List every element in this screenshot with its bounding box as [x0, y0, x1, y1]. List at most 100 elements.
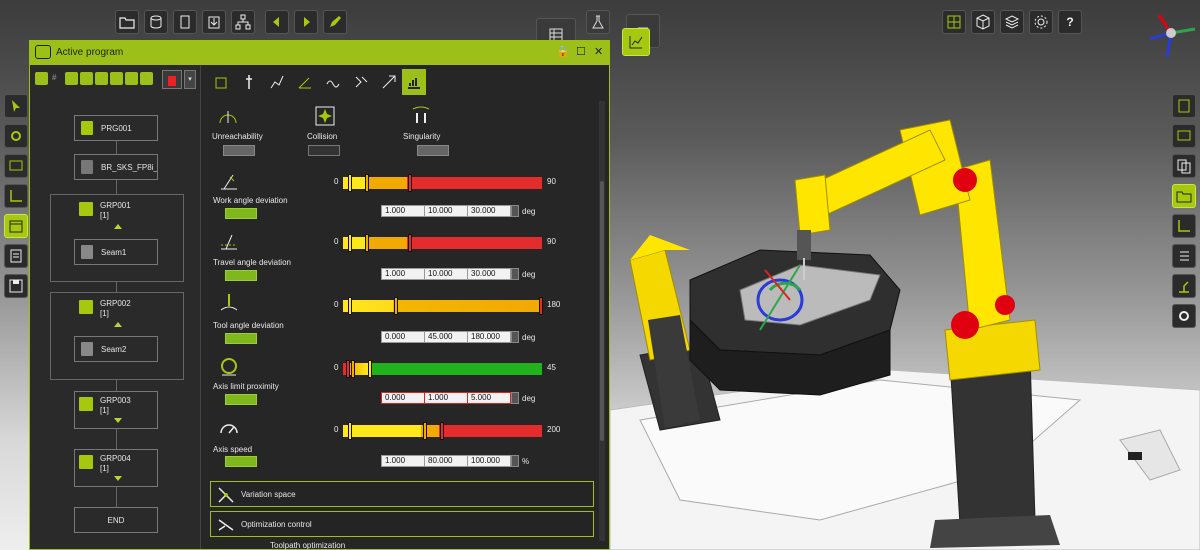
- seam-node[interactable]: Seam2: [74, 336, 158, 362]
- tree-tool-icon[interactable]: [140, 72, 153, 85]
- tool-angle-max-input[interactable]: 180.000: [467, 331, 511, 343]
- open-folder-button[interactable]: [115, 10, 139, 34]
- variation-space-section[interactable]: Variation space: [210, 481, 594, 507]
- axis-speed-mid-input[interactable]: 80.000: [424, 455, 468, 467]
- layers-button[interactable]: [1000, 10, 1024, 34]
- import-button[interactable]: [202, 10, 226, 34]
- scrollbar-track[interactable]: [599, 101, 605, 541]
- tree-tool-icon[interactable]: [35, 72, 48, 85]
- window-titlebar[interactable]: Active program 🔒 ☐ ✕: [30, 41, 609, 65]
- graph-button[interactable]: [622, 28, 650, 56]
- slider-handle[interactable]: [365, 174, 369, 192]
- tool-angle-mid-input[interactable]: 45.000: [424, 331, 468, 343]
- document-button[interactable]: [173, 10, 197, 34]
- collapse-arrow-icon[interactable]: [114, 224, 122, 229]
- cell-settings-button[interactable]: [4, 124, 28, 148]
- slider-handle[interactable]: [408, 174, 412, 192]
- select-arrow-button[interactable]: [4, 94, 28, 118]
- seam-node[interactable]: Seam1: [74, 239, 158, 265]
- right-tool-3-button[interactable]: [1172, 154, 1196, 178]
- slider-handle[interactable]: [348, 422, 352, 440]
- chevron-down-icon[interactable]: ▾: [184, 70, 196, 89]
- slider-handle[interactable]: [440, 422, 444, 440]
- spinner[interactable]: [511, 392, 519, 404]
- robot-cell-3d-view[interactable]: [610, 70, 1200, 550]
- slider-handle[interactable]: [348, 297, 352, 315]
- tab-approach[interactable]: [377, 69, 401, 95]
- slider-handle[interactable]: [423, 422, 427, 440]
- right-tool-6-button[interactable]: [1172, 244, 1196, 268]
- slider-handle[interactable]: [346, 360, 350, 378]
- collapse-arrow-icon[interactable]: [114, 322, 122, 327]
- tree-tool-icon[interactable]: [110, 72, 123, 85]
- program-button[interactable]: [4, 214, 28, 238]
- right-tool-4-button[interactable]: [1172, 184, 1196, 208]
- frame-button[interactable]: [4, 184, 28, 208]
- slider-handle[interactable]: [348, 174, 352, 192]
- tree-tool-icon[interactable]: [125, 72, 138, 85]
- expand-arrow-icon[interactable]: [114, 476, 122, 481]
- spinner[interactable]: [511, 331, 519, 343]
- tab-seam[interactable]: [349, 69, 373, 95]
- end-node[interactable]: END: [74, 507, 158, 533]
- axis-speed-min-input[interactable]: 1.000: [381, 455, 425, 467]
- travel-angle-max-input[interactable]: 30.000: [467, 268, 511, 280]
- work-angle-max-input[interactable]: 30.000: [467, 205, 511, 217]
- travel-angle-min-input[interactable]: 1.000: [381, 268, 425, 280]
- list-document-button[interactable]: [4, 244, 28, 268]
- layout-grid-button[interactable]: [942, 10, 966, 34]
- right-tool-8-button[interactable]: [1172, 304, 1196, 328]
- spinner[interactable]: [511, 455, 519, 467]
- tab-optimization[interactable]: [402, 69, 426, 95]
- tab-robot-config[interactable]: [209, 69, 233, 95]
- save-button[interactable]: [4, 274, 28, 298]
- pencil-button[interactable]: [323, 10, 347, 34]
- cube-button[interactable]: [971, 10, 995, 34]
- database-button[interactable]: [144, 10, 168, 34]
- hierarchy-button[interactable]: [231, 10, 255, 34]
- program-node[interactable]: PRG001: [74, 115, 158, 141]
- right-tool-5-button[interactable]: [1172, 214, 1196, 238]
- orientation-gizmo[interactable]: [1145, 5, 1197, 60]
- slider-handle[interactable]: [348, 234, 352, 252]
- tree-tool-icon[interactable]: [65, 72, 78, 85]
- slider-handle[interactable]: [351, 360, 355, 378]
- travel-angle-mid-input[interactable]: 10.000: [424, 268, 468, 280]
- maximize-button[interactable]: ☐: [576, 45, 586, 58]
- slider-handle[interactable]: [539, 297, 543, 315]
- expand-arrow-icon[interactable]: [114, 418, 122, 423]
- optimization-control-section[interactable]: Optimization control: [210, 511, 594, 537]
- group-label[interactable]: GRP001 [1]: [100, 201, 131, 221]
- tab-angles[interactable]: [293, 69, 317, 95]
- right-tool-7-button[interactable]: [1172, 274, 1196, 298]
- slider-handle[interactable]: [408, 234, 412, 252]
- tab-path[interactable]: [265, 69, 289, 95]
- axis-limit-mid-input[interactable]: 1.000: [424, 392, 468, 404]
- axis-speed-max-input[interactable]: 100.000: [467, 455, 511, 467]
- work-angle-mid-input[interactable]: 10.000: [424, 205, 468, 217]
- axis-limit-max-input[interactable]: 5.000: [467, 392, 511, 404]
- help-button[interactable]: ?: [1058, 10, 1082, 34]
- work-angle-min-input[interactable]: 1.000: [381, 205, 425, 217]
- slider-handle[interactable]: [394, 297, 398, 315]
- scrollbar-thumb[interactable]: [600, 181, 604, 441]
- lock-icon[interactable]: 🔒: [556, 45, 570, 58]
- right-tool-2-button[interactable]: [1172, 124, 1196, 148]
- slider-handle[interactable]: [365, 234, 369, 252]
- arrow-left-button[interactable]: [265, 10, 289, 34]
- tool-node[interactable]: BR_SKS_FP8i_...: [74, 154, 158, 180]
- group-label[interactable]: GRP002 [1]: [100, 299, 131, 319]
- tab-tool[interactable]: [237, 69, 261, 95]
- tab-weave[interactable]: [321, 69, 345, 95]
- spinner[interactable]: [511, 268, 519, 280]
- tool-angle-min-input[interactable]: 0.000: [381, 331, 425, 343]
- close-button[interactable]: ✕: [594, 45, 603, 58]
- battery-icon[interactable]: [162, 70, 182, 89]
- tree-tool-icon[interactable]: [95, 72, 108, 85]
- tree-tool-icon[interactable]: [80, 72, 93, 85]
- spinner[interactable]: [511, 205, 519, 217]
- flask-button[interactable]: [586, 10, 610, 34]
- settings-button[interactable]: [1029, 10, 1053, 34]
- arrow-right-button[interactable]: [294, 10, 318, 34]
- message-button[interactable]: [4, 154, 28, 178]
